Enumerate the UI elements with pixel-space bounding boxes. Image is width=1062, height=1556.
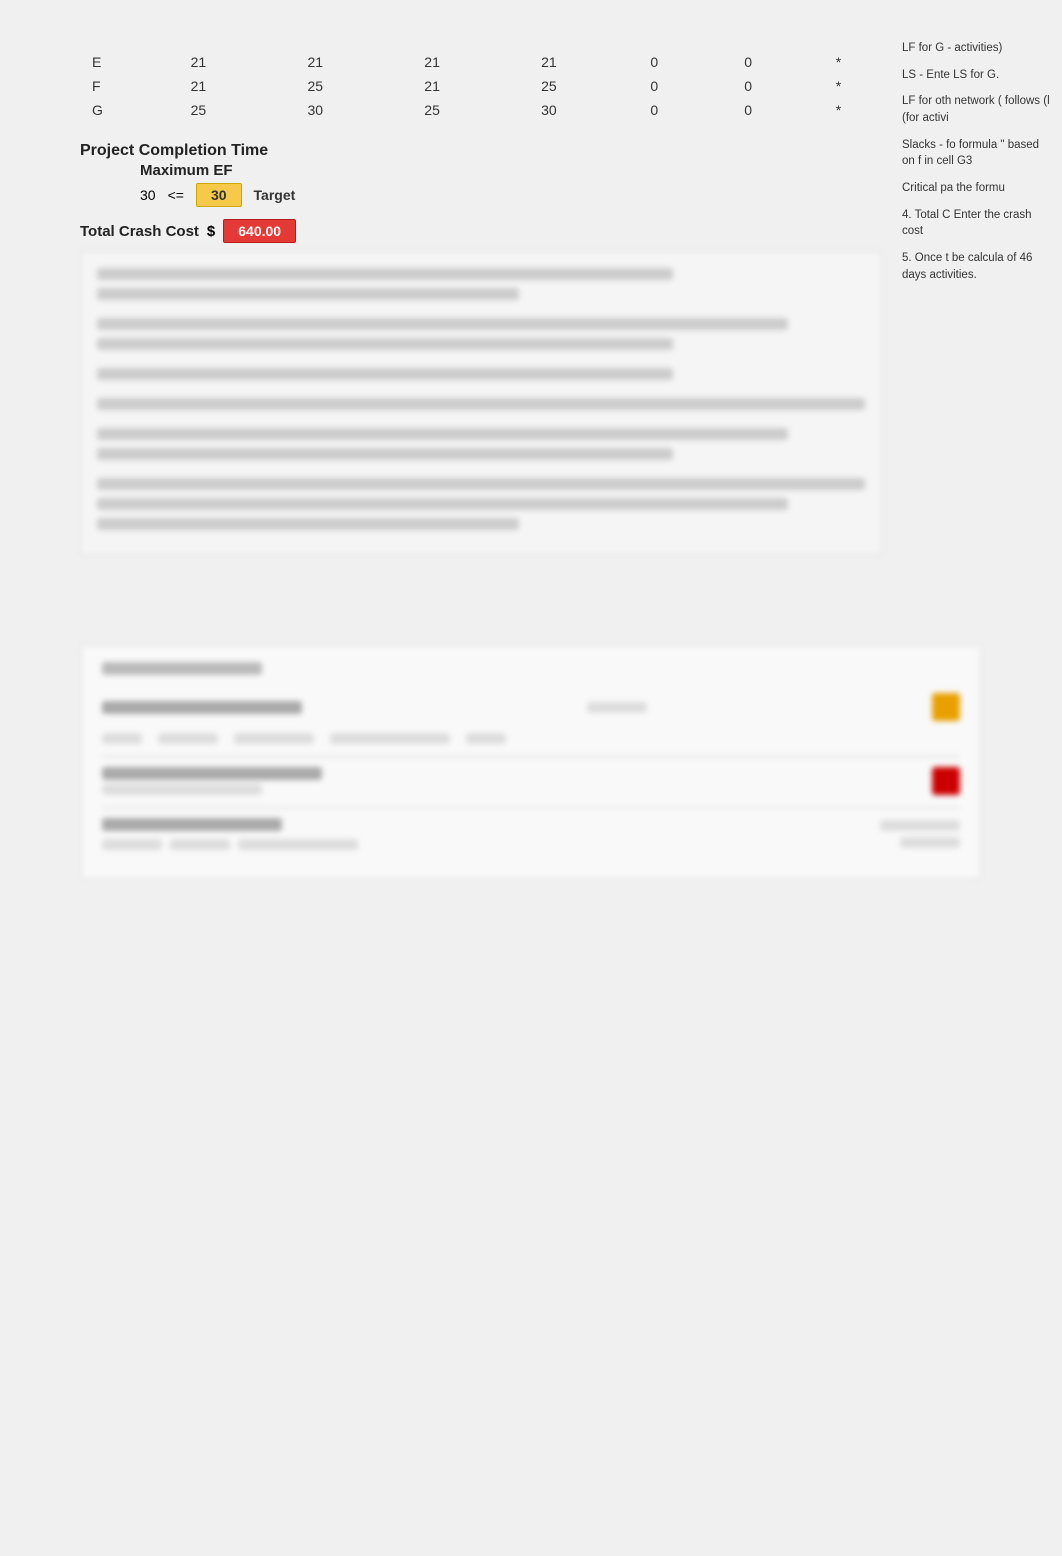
- table-row-f: F 21 25 21 25 0 0 *: [80, 74, 882, 98]
- bottom-row-2: [102, 733, 960, 744]
- right-note-3: LF for oth network ( follows (l (for act…: [902, 93, 1052, 126]
- bottom-row-3: [102, 767, 960, 795]
- crash-cost-value: 640.00: [223, 219, 296, 243]
- bottom-row-1: [102, 693, 960, 721]
- bottom-icon-red-1: [932, 767, 960, 795]
- right-note-1: LF for G - activities): [902, 40, 1052, 57]
- crash-cost-row: Total Crash Cost $ 640.00: [80, 219, 882, 243]
- project-completion-row: 30 <= 30 Target: [140, 183, 882, 207]
- right-note-5: Critical pa the formu: [902, 180, 1052, 197]
- bottom-title-blurred: [102, 662, 262, 675]
- cell-g-c4: 30: [490, 98, 607, 122]
- cell-g-c1: 25: [140, 98, 257, 122]
- bottom-field-3: [102, 784, 262, 795]
- cell-g-c6: 0: [701, 98, 795, 122]
- right-note-7: 5. Once t be calcula of 46 days activiti…: [902, 250, 1052, 283]
- cell-e-c4: 21: [490, 50, 607, 74]
- project-completion-title: Project Completion Time: [80, 142, 882, 160]
- right-panel: LF for G - activities) LS - Ente LS for …: [902, 30, 1062, 595]
- bottom-field-5a: [880, 820, 960, 831]
- max-ef-value: 30: [140, 187, 156, 203]
- table-row-e: E 21 21 21 21 0 0 *: [80, 50, 882, 74]
- right-note-4: Slacks - fo formula " based on f in cell…: [902, 137, 1052, 170]
- project-completion-section: Project Completion Time Maximum EF 30 <=…: [80, 142, 882, 207]
- cell-g-c5: 0: [607, 98, 701, 122]
- table-row-g: G 25 30 25 30 0 0 *: [80, 98, 882, 122]
- bottom-field-2e: [466, 733, 506, 744]
- cell-f-c6: 0: [701, 74, 795, 98]
- dollar-sign: $: [207, 223, 215, 240]
- cell-e-c5: 0: [607, 50, 701, 74]
- bottom-field-2b: [158, 733, 218, 744]
- right-note-2: LS - Ente LS for G.: [902, 67, 1052, 84]
- cell-e-c1: 21: [140, 50, 257, 74]
- cell-f-c5: 0: [607, 74, 701, 98]
- operator-lte: <=: [168, 187, 184, 203]
- bottom-field-2d: [330, 733, 450, 744]
- cell-g-c2: 30: [257, 98, 374, 122]
- data-table: E 21 21 21 21 0 0 * F 21 25 21 25 0 0: [80, 50, 882, 122]
- bottom-field-2c: [234, 733, 314, 744]
- cell-label-f: F: [80, 74, 140, 98]
- cell-label-e: E: [80, 50, 140, 74]
- cell-f-c3: 21: [374, 74, 491, 98]
- cell-e-c2: 21: [257, 50, 374, 74]
- cell-e-c7: *: [795, 50, 882, 74]
- bottom-field-4c: [238, 839, 358, 850]
- right-note-6: 4. Total C Enter the crash cost: [902, 207, 1052, 240]
- project-completion-subtitle: Maximum EF: [140, 162, 882, 179]
- bottom-field-4a: [102, 839, 162, 850]
- bottom-field-2a: [102, 733, 142, 744]
- bottom-separator-2: [102, 807, 960, 808]
- bottom-label-2: [102, 767, 322, 780]
- target-label: Target: [254, 187, 296, 203]
- blurred-instructions: [80, 251, 882, 555]
- cell-f-c7: *: [795, 74, 882, 98]
- cell-g-c3: 25: [374, 98, 491, 122]
- cell-f-c2: 25: [257, 74, 374, 98]
- cell-e-c6: 0: [701, 50, 795, 74]
- bottom-field-5b: [900, 837, 960, 848]
- cell-g-c7: *: [795, 98, 882, 122]
- bottom-separator-1: [102, 756, 960, 757]
- bottom-section: [81, 645, 981, 879]
- bottom-row-4: [102, 818, 960, 850]
- bottom-field-4b: [170, 839, 230, 850]
- cell-e-c3: 21: [374, 50, 491, 74]
- target-value-box: 30: [196, 183, 242, 207]
- bottom-label-1: [102, 701, 302, 714]
- crash-cost-label: Total Crash Cost: [80, 223, 199, 240]
- bottom-icon-orange-1: [932, 693, 960, 721]
- cell-f-c1: 21: [140, 74, 257, 98]
- cell-label-g: G: [80, 98, 140, 122]
- cell-f-c4: 25: [490, 74, 607, 98]
- bottom-field-1: [587, 702, 647, 713]
- bottom-label-3: [102, 818, 282, 831]
